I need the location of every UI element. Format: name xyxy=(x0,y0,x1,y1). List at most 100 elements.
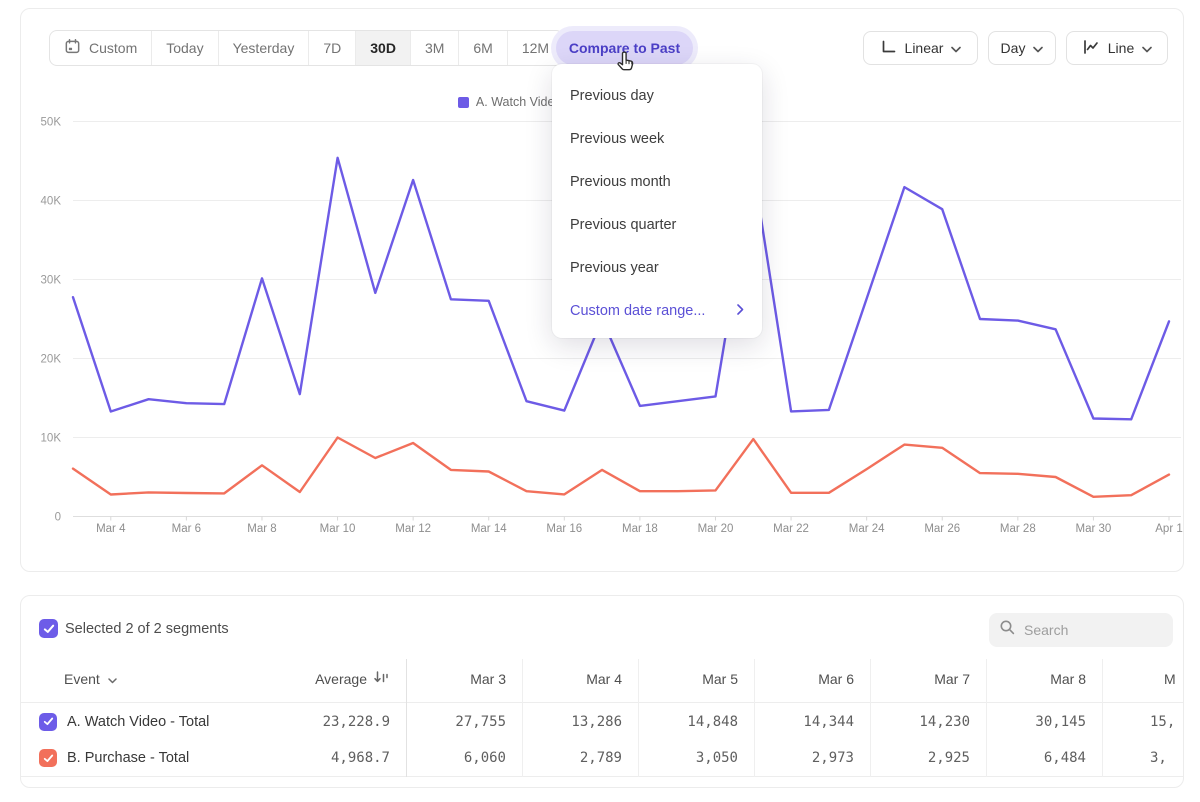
value-cell: 14,230 xyxy=(870,714,986,730)
preset-label: Custom xyxy=(89,40,137,56)
menu-item-label: Custom date range... xyxy=(570,303,705,319)
svg-text:30K: 30K xyxy=(41,275,62,287)
segments-table: Event AverageMar 3Mar 4Mar 5Mar 6Mar 7Mar… xyxy=(21,656,1184,777)
date-column-header: Mar 5 xyxy=(638,671,754,687)
preset-custom[interactable]: Custom xyxy=(50,31,152,65)
segment-checkbox[interactable] xyxy=(39,749,57,767)
chevron-down-icon xyxy=(951,40,961,56)
event-column-header[interactable]: Event xyxy=(21,671,286,687)
value-cell: 2,925 xyxy=(870,750,986,766)
date-column-header: Mar 3 xyxy=(406,671,522,687)
menu-item-previous-year[interactable]: Previous year xyxy=(552,246,762,289)
preset-label: Today xyxy=(166,40,203,56)
svg-text:Mar 6: Mar 6 xyxy=(172,523,201,535)
scale-select-button[interactable]: Linear xyxy=(863,31,978,65)
svg-text:20K: 20K xyxy=(41,354,62,366)
segment-checkbox[interactable] xyxy=(39,713,57,731)
menu-item-previous-week[interactable]: Previous week xyxy=(552,117,762,160)
value-cell: 14,848 xyxy=(638,714,754,730)
table-toolbar: Selected 2 of 2 segments xyxy=(21,596,1183,656)
table-row: A. Watch Video - Total 23,228.9 27,75513,2… xyxy=(21,703,1184,740)
svg-text:Mar 18: Mar 18 xyxy=(622,523,658,535)
preset-label: 3M xyxy=(425,40,444,56)
menu-item-previous-quarter[interactable]: Previous quarter xyxy=(552,203,762,246)
preset-30d[interactable]: 30D xyxy=(356,31,411,65)
preset-label: 6M xyxy=(473,40,492,56)
value-cell-clipped: 15, xyxy=(1102,714,1184,730)
value-cell: 13,286 xyxy=(522,714,638,730)
search-input[interactable] xyxy=(1024,622,1154,638)
interval-select-label: Day xyxy=(1001,40,1026,56)
date-column-header-clipped: M xyxy=(1102,671,1184,687)
chart-type-select-button[interactable]: Line xyxy=(1066,31,1168,65)
svg-text:40K: 40K xyxy=(41,196,62,208)
svg-text:Mar 10: Mar 10 xyxy=(320,523,356,535)
average-value: 23,228.9 xyxy=(323,714,390,730)
svg-text:Mar 30: Mar 30 xyxy=(1076,523,1112,535)
preset-12m[interactable]: 12M xyxy=(508,31,563,65)
date-column-header: Mar 6 xyxy=(754,671,870,687)
compare-to-past-menu: Previous dayPrevious weekPrevious monthP… xyxy=(552,64,762,338)
svg-text:10K: 10K xyxy=(41,433,62,445)
preset-yesterday[interactable]: Yesterday xyxy=(219,31,310,65)
chevron-down-icon xyxy=(1033,40,1043,56)
svg-text:Mar 24: Mar 24 xyxy=(849,523,885,535)
legend-swatch xyxy=(458,97,469,108)
svg-text:Mar 20: Mar 20 xyxy=(698,523,734,535)
preset-today[interactable]: Today xyxy=(152,31,218,65)
date-column-header: Mar 7 xyxy=(870,671,986,687)
value-cell: 27,755 xyxy=(406,714,522,730)
average-value: 4,968.7 xyxy=(331,750,390,766)
menu-item-previous-month[interactable]: Previous month xyxy=(552,160,762,203)
value-cell: 3,050 xyxy=(638,750,754,766)
preset-label: 7D xyxy=(323,40,341,56)
value-cell: 2,973 xyxy=(754,750,870,766)
preset-7d[interactable]: 7D xyxy=(309,31,356,65)
value-cell: 14,344 xyxy=(754,714,870,730)
event-header-label: Event xyxy=(64,671,100,687)
svg-text:Mar 26: Mar 26 xyxy=(924,523,960,535)
chevron-right-icon xyxy=(737,303,744,319)
segments-table-card: Selected 2 of 2 segments EventAverageMar… xyxy=(20,595,1184,788)
value-cell: 6,060 xyxy=(406,750,522,766)
preset-3m[interactable]: 3M xyxy=(411,31,459,65)
svg-text:Mar 16: Mar 16 xyxy=(546,523,582,535)
average-cell: 4,968.7 xyxy=(286,750,406,766)
value-cell: 6,484 xyxy=(986,750,1102,766)
menu-item-previous-day[interactable]: Previous day xyxy=(552,74,762,117)
svg-text:Mar 22: Mar 22 xyxy=(773,523,809,535)
analytics-page: 010K20K30K40K50KMar 4Mar 6Mar 8Mar 10Mar… xyxy=(0,0,1200,802)
chevron-down-icon xyxy=(1142,40,1152,56)
scale-select-label: Linear xyxy=(905,40,944,56)
table-row: B. Purchase - Total 4,968.7 6,0602,7893,05… xyxy=(21,740,1184,777)
value-cell: 2,789 xyxy=(522,750,638,766)
segment-name: B. Purchase - Total xyxy=(67,750,189,766)
segment-name: A. Watch Video - Total xyxy=(67,714,209,730)
svg-text:Apr 1: Apr 1 xyxy=(1155,523,1183,535)
svg-text:Mar 12: Mar 12 xyxy=(395,523,431,535)
compare-to-past-button[interactable]: Compare to Past xyxy=(556,31,693,65)
search-box xyxy=(989,613,1173,647)
average-column-header[interactable]: Average xyxy=(286,669,406,689)
select-all-checkbox[interactable] xyxy=(39,619,58,638)
selected-count-label: Selected 2 of 2 segments xyxy=(65,621,229,637)
frozen-column-divider xyxy=(406,659,407,777)
preset-label: Yesterday xyxy=(233,40,295,56)
linear-scale-icon xyxy=(880,39,897,58)
table-header-row: Event AverageMar 3Mar 4Mar 5Mar 6Mar 7Mar… xyxy=(21,656,1184,703)
average-cell: 23,228.9 xyxy=(286,714,406,730)
value-cell: 30,145 xyxy=(986,714,1102,730)
date-column-header: Mar 4 xyxy=(522,671,638,687)
date-column-header: Mar 8 xyxy=(986,671,1102,687)
svg-text:Mar 4: Mar 4 xyxy=(96,523,126,535)
interval-select-button[interactable]: Day xyxy=(988,31,1056,65)
svg-text:50K: 50K xyxy=(41,117,62,129)
chart-type-select-label: Line xyxy=(1108,40,1134,56)
chart-controls: Linear Day Line xyxy=(863,31,1168,65)
svg-text:Mar 8: Mar 8 xyxy=(247,523,276,535)
preset-6m[interactable]: 6M xyxy=(459,31,507,65)
calendar-icon xyxy=(64,38,81,58)
search-icon xyxy=(999,619,1016,641)
svg-text:Mar 14: Mar 14 xyxy=(471,523,507,535)
menu-item-custom-date-range[interactable]: Custom date range... xyxy=(552,289,762,332)
